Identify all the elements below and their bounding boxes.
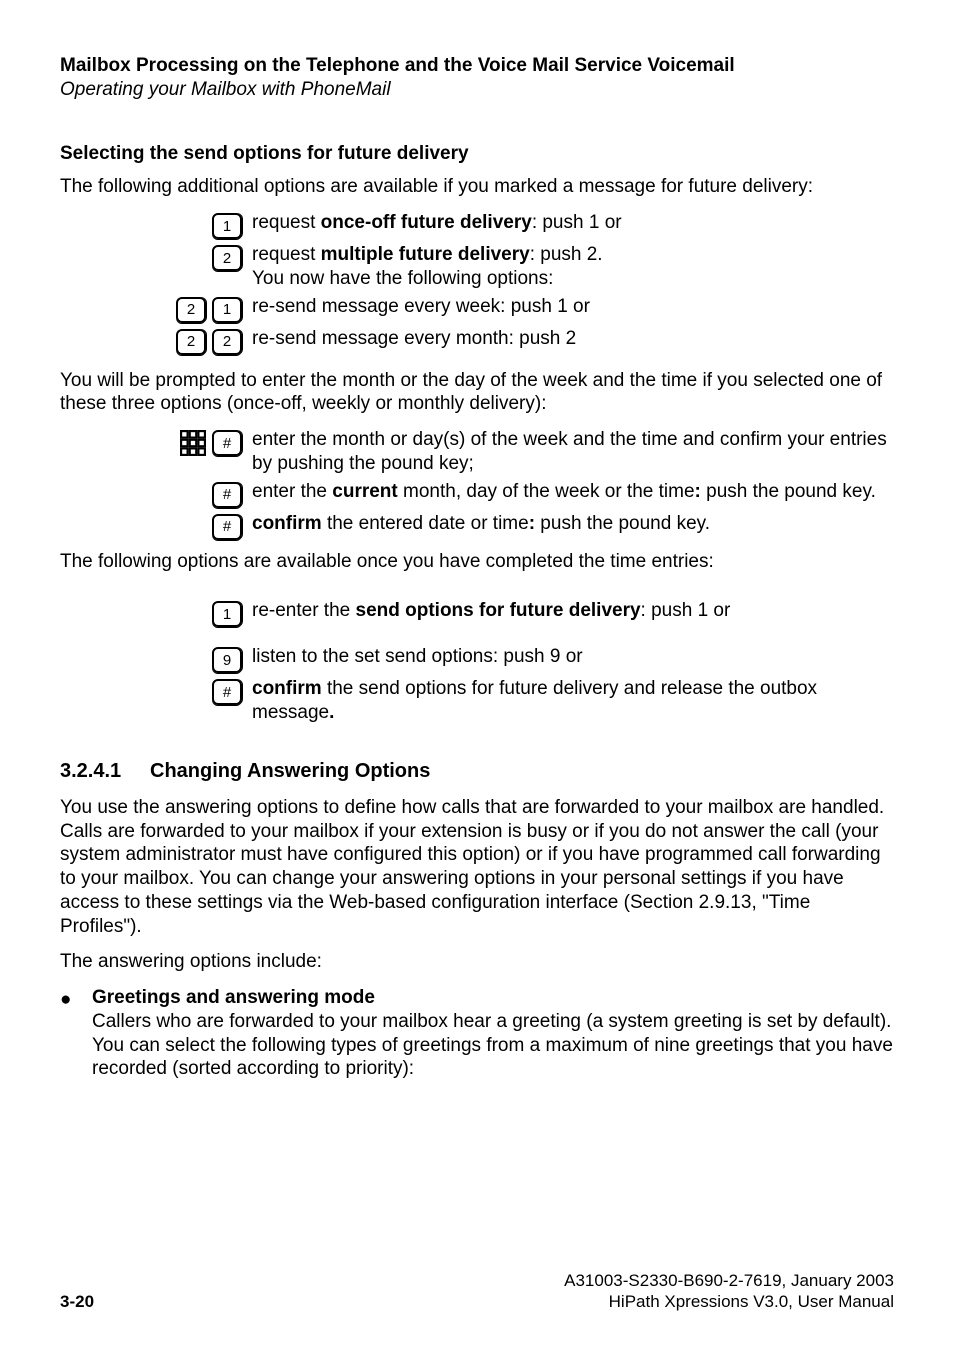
step-text: enter the month or day(s) of the week an… (252, 428, 894, 476)
bullet-title: Greetings and answering mode (92, 986, 894, 1010)
doc-id: A31003-S2330-B690-2-7619, January 2003 (564, 1270, 894, 1291)
step-confirm-datetime: # confirm the entered date or time: push… (60, 512, 894, 540)
step-multiple: 2 request multiple future delivery: push… (60, 243, 894, 291)
key-1-icon: 1 (212, 601, 242, 627)
step-text: re-send message every week: push 1 or (252, 295, 894, 319)
key-2-icon: 2 (176, 329, 206, 355)
page-header-title: Mailbox Processing on the Telephone and … (60, 54, 894, 78)
step-enter-datetime: # enter the month or day(s) of the week … (60, 428, 894, 476)
page-number: 3-20 (60, 1291, 94, 1312)
step-week: 2 1 re-send message every week: push 1 o… (60, 295, 894, 323)
step-text: re-send message every month: push 2 (252, 327, 894, 351)
key-2-icon: 2 (176, 297, 206, 323)
step-text: confirm the entered date or time: push t… (252, 512, 894, 536)
step-text: request multiple future delivery: push 2… (252, 243, 894, 291)
answering-paragraph: You use the answering options to define … (60, 796, 894, 939)
step-text: confirm the send options for future deli… (252, 677, 894, 725)
key-1-icon: 1 (212, 213, 242, 239)
step-text: re-enter the send options for future del… (252, 599, 894, 623)
step-confirm-send: # confirm the send options for future de… (60, 677, 894, 725)
bullet-greetings: ● Greetings and answering mode Callers w… (60, 986, 894, 1081)
section-title: Changing Answering Options (150, 759, 430, 784)
section-number: 3.2.4.1 (60, 759, 150, 784)
step-enter-current: # enter the current month, day of the we… (60, 480, 894, 508)
section-heading-send-options: Selecting the send options for future de… (60, 142, 894, 166)
key-2-icon: 2 (212, 245, 242, 271)
page-header-subtitle: Operating your Mailbox with PhoneMail (60, 78, 894, 102)
key-pound-icon: # (212, 430, 242, 456)
step-once-off: 1 request once-off future delivery: push… (60, 211, 894, 239)
step-listen: 9 listen to the set send options: push 9… (60, 645, 894, 673)
step-reenter: 1 re-enter the send options for future d… (60, 599, 894, 627)
key-pound-icon: # (212, 679, 242, 705)
step-month: 2 2 re-send message every month: push 2 (60, 327, 894, 355)
section-heading-answering: 3.2.4.1 Changing Answering Options (60, 759, 894, 784)
answering-include: The answering options include: (60, 950, 894, 974)
key-1-icon: 1 (212, 297, 242, 323)
keypad-icon (180, 430, 206, 456)
bullet-icon: ● (60, 986, 92, 1009)
key-pound-icon: # (212, 482, 242, 508)
step-text: request once-off future delivery: push 1… (252, 211, 894, 235)
after-time-paragraph: The following options are available once… (60, 550, 894, 574)
step-text: enter the current month, day of the week… (252, 480, 894, 504)
step-text: listen to the set send options: push 9 o… (252, 645, 894, 669)
key-9-icon: 9 (212, 647, 242, 673)
key-pound-icon: # (212, 514, 242, 540)
key-2-icon: 2 (212, 329, 242, 355)
bullet-body-text: Callers who are forwarded to your mailbo… (92, 1010, 894, 1081)
product-line: HiPath Xpressions V3.0, User Manual (564, 1291, 894, 1312)
intro-paragraph: The following additional options are ava… (60, 175, 894, 199)
prompt-paragraph: You will be prompted to enter the month … (60, 369, 894, 417)
